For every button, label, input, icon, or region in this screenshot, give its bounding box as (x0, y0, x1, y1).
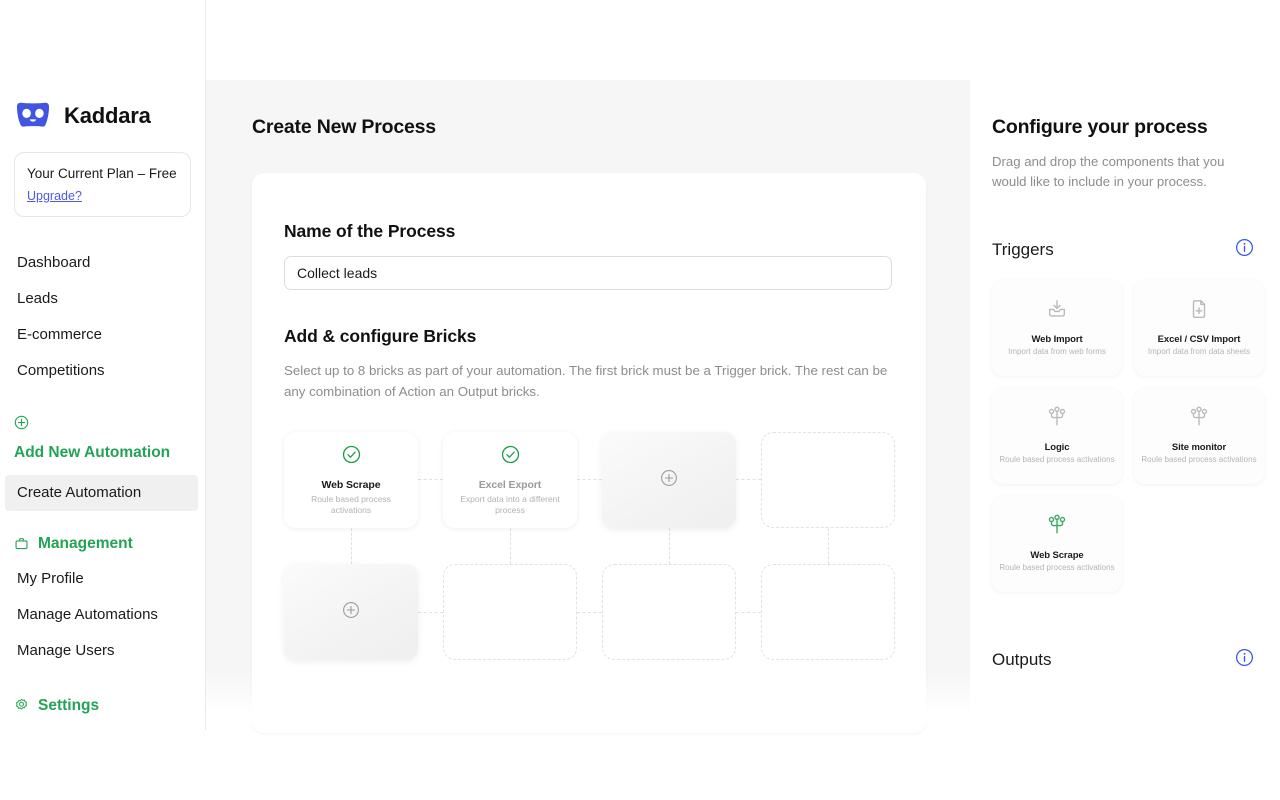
brick-empty-slot[interactable] (602, 564, 736, 660)
connector-line (510, 528, 511, 564)
process-form-card: Name of the Process Add & configure Bric… (252, 173, 926, 733)
outputs-section-header: Outputs (992, 648, 1254, 672)
brick-add-slot[interactable] (284, 564, 418, 660)
plus-circle-icon (14, 415, 29, 430)
node-branch-icon (1188, 406, 1210, 433)
plus-circle-icon (660, 469, 678, 492)
sidebar-group-management[interactable]: Management (14, 535, 191, 553)
brick-subtitle: Roule based process activations (292, 494, 410, 516)
connector-line (351, 528, 352, 564)
outputs-title: Outputs (992, 650, 1052, 670)
plan-text: Your Current Plan – Free (27, 165, 178, 183)
main-canvas: Create New Process Name of the Process A… (206, 80, 970, 722)
trigger-card-web-import[interactable]: Web Import Import data from web forms (992, 280, 1122, 376)
trigger-card-subtitle: Import data from data sheets (1148, 347, 1250, 358)
brand: Kaddara (14, 98, 191, 134)
sidebar-group-label: Add New Automation (14, 439, 170, 467)
brick-card[interactable]: Excel Export Export data into a differen… (443, 432, 577, 528)
triggers-section-header: Triggers (992, 238, 1254, 262)
sidebar-sublist-management: My Profile Manage Automations Manage Use… (14, 561, 191, 669)
sidebar-item-ecommerce[interactable]: E-commerce (14, 317, 191, 353)
bricks-section: Add & configure Bricks Select up to 8 br… (284, 326, 894, 402)
connector-line (669, 528, 670, 564)
connector-line (736, 479, 761, 480)
connector-line (418, 612, 443, 613)
trigger-card-title: Excel / CSV Import (1158, 334, 1241, 345)
triggers-title: Triggers (992, 240, 1054, 260)
sidebar-item-manage-users[interactable]: Manage Users (14, 633, 191, 669)
brick-title: Excel Export (479, 479, 541, 491)
trigger-card-subtitle: Roule based process activations (999, 563, 1114, 574)
trigger-card-subtitle: Roule based process activations (1141, 455, 1256, 466)
plan-box: Your Current Plan – Free Upgrade? (14, 152, 191, 217)
trigger-card-subtitle: Roule based process activations (999, 455, 1114, 466)
sidebar-item-settings[interactable]: Settings (14, 697, 191, 715)
gear-icon (14, 698, 29, 713)
trigger-card-title: Logic (1045, 442, 1070, 453)
brick-empty-slot[interactable] (443, 564, 577, 660)
briefcase-icon (14, 536, 29, 551)
process-name-label: Name of the Process (284, 221, 894, 242)
trigger-card-web-scrape[interactable]: Web Scrape Roule based process activatio… (992, 496, 1122, 592)
brick-grid: Web Scrape Roule based process activatio… (284, 432, 896, 662)
trigger-card-title: Web Import (1031, 334, 1082, 345)
config-panel-title: Configure your process (992, 116, 1256, 139)
process-name-input[interactable] (284, 256, 892, 290)
sidebar-item-leads[interactable]: Leads (14, 281, 191, 317)
config-panel-description: Drag and drop the components that you wo… (992, 152, 1254, 192)
info-circle-icon[interactable] (1235, 648, 1254, 672)
brick-card[interactable]: Web Scrape Roule based process activatio… (284, 432, 418, 528)
brick-subtitle: Export data into a different process (451, 494, 569, 516)
node-branch-icon (1046, 514, 1068, 541)
panel-bottom-fade (970, 678, 1280, 722)
brick-add-slot[interactable] (602, 432, 736, 528)
sidebar-item-manage-automations[interactable]: Manage Automations (14, 597, 191, 633)
connector-line (577, 612, 602, 613)
sidebar-item-dashboard[interactable]: Dashboard (14, 245, 191, 281)
brick-title: Web Scrape (322, 479, 381, 491)
node-branch-icon (1046, 406, 1068, 433)
sidebar-group-label: Management (38, 535, 133, 553)
trigger-card-title: Site monitor (1172, 442, 1226, 453)
sidebar-sublist-automation: Create Automation (14, 475, 191, 511)
mask-logo-icon (14, 102, 52, 130)
sidebar-group-add-new-automation[interactable]: Add New Automation (14, 415, 191, 467)
inbox-download-icon (1046, 298, 1068, 325)
triggers-grid: Web Import Import data from web forms Ex… (992, 280, 1268, 592)
connector-line (418, 479, 443, 480)
app-root: Kaddara Your Current Plan – Free Upgrade… (0, 0, 1280, 800)
bricks-title: Add & configure Bricks (284, 326, 894, 347)
trigger-card-subtitle: Import data from web forms (1008, 347, 1106, 358)
trigger-card-site-monitor[interactable]: Site monitor Roule based process activat… (1134, 388, 1264, 484)
upgrade-link[interactable]: Upgrade? (27, 189, 82, 203)
sidebar-item-my-profile[interactable]: My Profile (14, 561, 191, 597)
sidebar: Kaddara Your Current Plan – Free Upgrade… (0, 0, 206, 730)
config-panel: Configure your process Drag and drop the… (970, 80, 1280, 722)
plus-circle-icon (342, 601, 360, 624)
connector-line (736, 612, 761, 613)
trigger-card-title: Web Scrape (1030, 550, 1083, 561)
primary-nav: Dashboard Leads E-commerce Competitions (14, 245, 191, 389)
check-circle-icon (342, 445, 361, 469)
brick-empty-slot[interactable] (761, 564, 895, 660)
bricks-description: Select up to 8 bricks as part of your au… (284, 361, 892, 402)
sidebar-item-competitions[interactable]: Competitions (14, 353, 191, 389)
info-circle-icon[interactable] (1235, 238, 1254, 262)
trigger-card-logic[interactable]: Logic Roule based process activations (992, 388, 1122, 484)
check-circle-icon (501, 445, 520, 469)
trigger-card-excel-csv-import[interactable]: Excel / CSV Import Import data from data… (1134, 280, 1264, 376)
page-title: Create New Process (252, 116, 970, 139)
connector-line (577, 479, 602, 480)
sidebar-item-create-automation[interactable]: Create Automation (5, 475, 198, 511)
brand-name: Kaddara (64, 103, 151, 129)
brick-empty-slot[interactable] (761, 432, 895, 528)
file-plus-icon (1188, 298, 1210, 325)
sidebar-group-label: Settings (38, 697, 99, 715)
connector-line (828, 528, 829, 564)
